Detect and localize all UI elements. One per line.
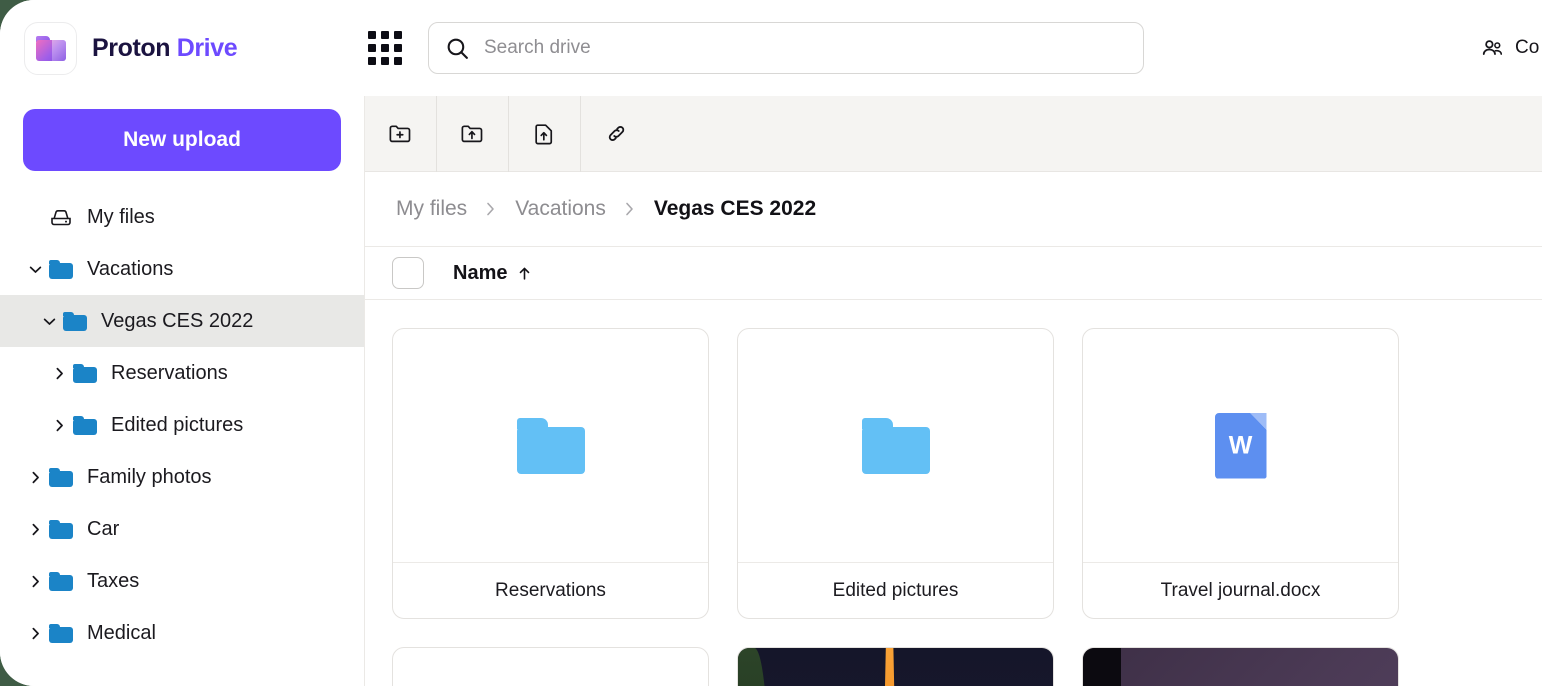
contacts-label: Co — [1515, 37, 1539, 59]
folder-icon — [48, 516, 74, 542]
photo-thumbnail — [738, 648, 1053, 686]
sidebar-item-vacations[interactable]: Vacations — [0, 243, 364, 295]
share-link-button[interactable] — [581, 96, 652, 172]
chevron-right-icon — [484, 199, 498, 219]
sidebar-item-label: My files — [87, 206, 155, 229]
chevron-down-icon[interactable] — [22, 256, 48, 282]
breadcrumb-item-vacations[interactable]: Vacations — [515, 197, 606, 221]
word-doc-letter: W — [1215, 431, 1267, 460]
breadcrumb-item-current: Vegas CES 2022 — [654, 197, 816, 221]
new-folder-button[interactable] — [365, 96, 436, 172]
sidebar-item-medical[interactable]: Medical — [0, 607, 364, 659]
upload-file-button[interactable] — [509, 96, 580, 172]
file-name: Travel journal.docx — [1083, 562, 1398, 618]
folder-plus-icon — [387, 120, 414, 147]
main-content: My files Vacations Vegas CES 2022 Name — [364, 96, 1542, 686]
proton-drive-folder-logo-icon — [24, 22, 77, 75]
search-box[interactable] — [428, 22, 1144, 74]
toolbar-group-share — [581, 96, 652, 172]
select-all-checkbox[interactable] — [392, 257, 424, 289]
card-thumbnail — [738, 329, 1053, 562]
apps-grid-icon[interactable] — [368, 31, 402, 65]
file-upload-icon — [531, 120, 558, 147]
sidebar-nav-list: My files Vacations — [0, 191, 364, 659]
sidebar-item-label: Medical — [87, 622, 156, 645]
folder-icon — [62, 308, 88, 334]
file-card-boarding[interactable]: Boar — [392, 647, 709, 686]
folder-icon — [72, 360, 98, 386]
upload-folder-button[interactable] — [437, 96, 508, 172]
breadcrumb: My files Vacations Vegas CES 2022 — [365, 172, 1542, 246]
folder-upload-icon — [459, 120, 486, 147]
card-thumbnail — [393, 329, 708, 562]
brand-area[interactable]: Proton Drive — [0, 0, 364, 96]
chevron-right-icon[interactable] — [22, 568, 48, 594]
folder-icon — [48, 568, 74, 594]
photo-card-purple-scene[interactable] — [1082, 647, 1399, 686]
hard-drive-icon — [48, 204, 74, 230]
sidebar-item-edited-pictures[interactable]: Edited pictures — [0, 399, 364, 451]
chevron-right-icon[interactable] — [22, 620, 48, 646]
photo-card-night-tower[interactable] — [737, 647, 1054, 686]
chevron-right-icon — [623, 199, 637, 219]
folder-icon — [862, 418, 930, 474]
top-bar: Proton Drive — [0, 0, 1542, 96]
sidebar-item-label: Family photos — [87, 466, 212, 489]
word-doc-icon: W — [1215, 413, 1267, 479]
folder-icon — [48, 464, 74, 490]
contacts-button[interactable]: Co — [1480, 36, 1539, 61]
list-header: Name — [365, 246, 1542, 300]
sidebar-item-label: Vegas CES 2022 — [101, 310, 253, 333]
top-bar-right: Co — [1480, 36, 1542, 61]
search-area — [428, 22, 1144, 74]
sidebar-item-vegas-ces-2022[interactable]: Vegas CES 2022 — [0, 295, 364, 347]
brand-title-drive: Drive — [177, 34, 238, 62]
sidebar-item-label: Edited pictures — [111, 414, 243, 437]
breadcrumb-item-my-files[interactable]: My files — [396, 197, 467, 221]
brand-title: Proton Drive — [92, 34, 237, 63]
sidebar-item-label: Vacations — [87, 258, 173, 281]
column-header-name[interactable]: Name — [453, 262, 533, 285]
folder-icon — [72, 412, 98, 438]
chevron-right-icon[interactable] — [22, 464, 48, 490]
toolbar-group-create — [365, 96, 580, 172]
file-card-edited-pictures[interactable]: Edited pictures — [737, 328, 1054, 619]
sidebar-item-family-photos[interactable]: Family photos — [0, 451, 364, 503]
sidebar: New upload My files — [0, 96, 364, 686]
chevron-right-icon[interactable] — [22, 516, 48, 542]
link-icon — [603, 120, 630, 147]
chevron-right-icon[interactable] — [46, 412, 72, 438]
card-thumbnail: W — [1083, 329, 1398, 562]
folder-icon — [517, 418, 585, 474]
file-name: Edited pictures — [738, 562, 1053, 618]
card-thumbnail — [393, 648, 708, 686]
new-upload-button[interactable]: New upload — [23, 109, 341, 171]
file-grid: Reservations Edited pictures W — [365, 300, 1542, 686]
search-icon — [445, 36, 470, 61]
photo-thumbnail — [1083, 648, 1398, 686]
brand-title-proton: Proton — [92, 34, 170, 62]
sidebar-item-label: Taxes — [87, 570, 139, 593]
arrow-up-icon — [516, 265, 533, 282]
chevron-down-icon[interactable] — [36, 308, 62, 334]
file-card-reservations[interactable]: Reservations — [392, 328, 709, 619]
sidebar-item-label: Car — [87, 518, 119, 541]
sidebar-item-car[interactable]: Car — [0, 503, 364, 555]
folder-icon — [48, 256, 74, 282]
people-icon — [1480, 36, 1505, 61]
column-header-name-label: Name — [453, 262, 507, 285]
search-input[interactable] — [484, 37, 1114, 59]
action-toolbar — [365, 96, 1542, 172]
folder-icon — [48, 620, 74, 646]
chevron-right-icon[interactable] — [46, 360, 72, 386]
proton-drive-window: Proton Drive — [0, 0, 1542, 686]
file-card-travel-journal[interactable]: W Travel journal.docx — [1082, 328, 1399, 619]
file-name: Reservations — [393, 562, 708, 618]
sidebar-item-reservations[interactable]: Reservations — [0, 347, 364, 399]
sidebar-item-taxes[interactable]: Taxes — [0, 555, 364, 607]
sidebar-item-my-files[interactable]: My files — [0, 191, 364, 243]
sidebar-item-label: Reservations — [111, 362, 228, 385]
